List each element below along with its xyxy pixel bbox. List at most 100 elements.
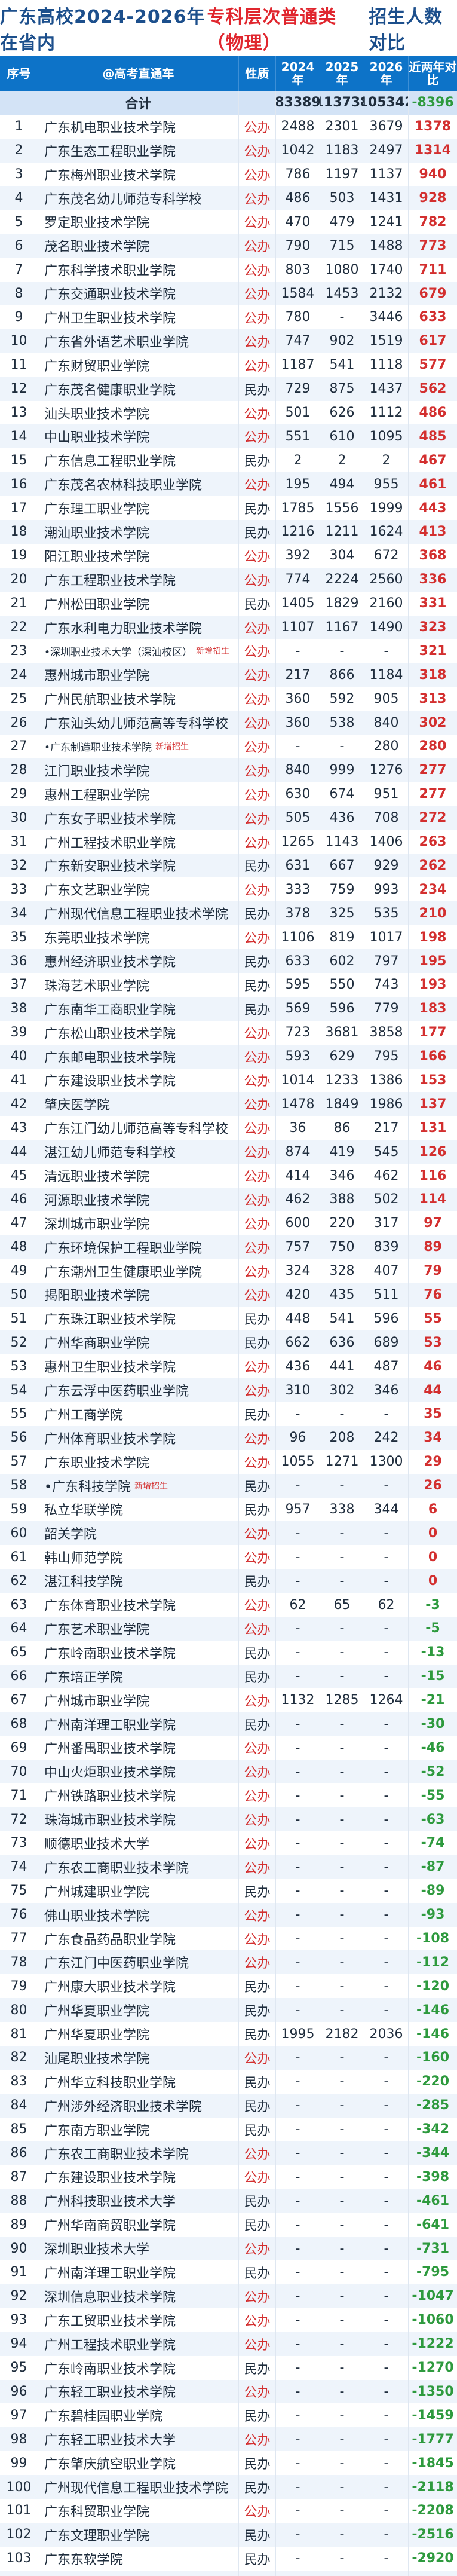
school-type: 公办: [239, 305, 276, 329]
school-type: 公办: [239, 663, 276, 687]
school-name: 广东体育职业技术学院: [38, 1593, 239, 1617]
school-type: 民办: [239, 2475, 276, 2499]
table-row: 21 广州松田职业学院 民办 1405 1829 2160 331: [0, 591, 457, 616]
school-type: 民办: [239, 972, 276, 997]
count-2026: -: [364, 2427, 409, 2452]
count-2024: -: [276, 2284, 320, 2308]
row-index: 38: [0, 996, 38, 1021]
school-name: •深圳职业技术大学（深汕校区） 新增招生: [38, 639, 239, 663]
school-name-text: 广州卫生职业技术学院: [44, 311, 176, 326]
school-name-text: 肇庆医学院: [44, 1098, 111, 1113]
diff-value: 193: [419, 977, 447, 993]
table-row: 14 中山职业技术学院 公办 551 610 1095 485: [0, 424, 457, 449]
school-name-text: 广东生态工程职业学院: [44, 144, 176, 160]
row-index: 49: [0, 1259, 38, 1283]
row-index: 83: [0, 2069, 38, 2094]
school-name-text: 广东南方职业学院: [44, 2123, 150, 2138]
count-2025: 1849: [320, 1092, 364, 1116]
diff-value: -1060: [412, 2312, 454, 2328]
count-2026: 1986: [364, 1092, 409, 1116]
school-name: 阳江职业技术学院: [38, 543, 239, 568]
school-type: 公办: [239, 1688, 276, 1712]
count-2024: 630: [276, 782, 320, 806]
table-row: 34 广州现代信息工程职业技术学院 民办 378 325 535 210: [0, 901, 457, 926]
school-name: 广东财贸职业学院: [38, 353, 239, 377]
count-2026: 511: [364, 1283, 409, 1307]
school-name: 惠州工程职业学院: [38, 782, 239, 806]
table-row: 45 清远职业技术学院 公办 414 346 462 116: [0, 1164, 457, 1188]
table-row: 54 广东云浮中医药职业学院 公办 310 302 346 44: [0, 1378, 457, 1402]
school-type: 公办: [239, 282, 276, 306]
school-type: 公办: [239, 1855, 276, 1879]
school-type: 公办: [239, 186, 276, 210]
count-2024: -: [276, 2332, 320, 2356]
school-name-text: 汕尾职业技术学院: [44, 2051, 150, 2067]
count-2025: 2182: [320, 2022, 364, 2046]
row-index: 2: [0, 138, 38, 163]
count-2024: -: [276, 2355, 320, 2380]
count-2025: -: [320, 2284, 364, 2308]
school-name-text: 广东碧桂园职业学院: [44, 2409, 163, 2425]
diff-value: 26: [424, 1478, 442, 1494]
school-type: 公办: [239, 1902, 276, 1927]
school-type: 民办: [239, 2355, 276, 2380]
school-name-text: 广州工商学院: [44, 1408, 124, 1423]
school-type: 民办: [239, 1569, 276, 1593]
total-row: 合计 83389 113738 105342 -8396: [0, 91, 457, 115]
school-name: 广东肇庆航空职业学院: [38, 2451, 239, 2476]
row-index: 11: [0, 353, 38, 377]
school-name-text: 广东培正学院: [44, 1670, 124, 1685]
school-name: 广州华夏职业学院: [38, 1998, 239, 2023]
school-name-text: 广州涉外经济职业技术学院: [44, 2099, 203, 2115]
table-row: 96 广东轻工职业技术学院 公办 - - - -1350: [0, 2379, 457, 2404]
school-type: 公办: [239, 1378, 276, 1402]
total-diff: -8396: [412, 95, 454, 111]
count-2026: -: [364, 2498, 409, 2523]
school-name-text: 广东食品药品职业学院: [44, 1932, 176, 1948]
row-index: 40: [0, 1044, 38, 1069]
diff-value: -344: [416, 2146, 450, 2161]
count-2024: 780: [276, 305, 320, 329]
count-2024: 633: [276, 949, 320, 973]
count-2026: 1300: [364, 1449, 409, 1474]
school-name-text: 广东体育职业技术学院: [44, 1599, 176, 1614]
row-index: 10: [0, 329, 38, 353]
new-enrollment-tag: 新增招生: [196, 647, 230, 657]
table-row: 90 深圳职业技术大学 公办 - - - -731: [0, 2237, 457, 2261]
diff-value: 711: [419, 262, 447, 277]
row-index: 55: [0, 1402, 38, 1426]
count-2024: -: [276, 2546, 320, 2571]
count-2024: -: [276, 1640, 320, 1665]
school-type: 民办: [239, 1974, 276, 1999]
count-2024: 1995: [276, 2022, 320, 2046]
diff-value: -15: [421, 1669, 445, 1684]
count-2026: -: [364, 1902, 409, 1927]
count-2025: -: [320, 1760, 364, 1784]
count-2026: -: [364, 1736, 409, 1760]
school-name: 广东理工职业学院: [38, 496, 239, 521]
total-2026: 105342: [364, 91, 409, 115]
count-2025: 1197: [320, 162, 364, 186]
school-name: 茂名职业技术学院: [38, 234, 239, 258]
count-2025: -: [320, 2355, 364, 2380]
table-row: 62 湛江科技学院 民办 - - -0: [0, 1569, 457, 1593]
school-name-text: 广州民航职业技术学院: [44, 693, 176, 708]
school-type: 公办: [239, 1283, 276, 1307]
count-2024: -: [276, 2189, 320, 2213]
diff-value: -112: [416, 1954, 450, 1970]
count-2025: -: [320, 2546, 364, 2571]
school-name: 广东科贸职业学院: [38, 2498, 239, 2523]
count-2025: -: [320, 305, 364, 329]
school-name-text: 广东省外语艺术职业学院: [44, 335, 189, 350]
row-index: 92: [0, 2284, 38, 2308]
row-index: 18: [0, 520, 38, 544]
row-index: 7: [0, 258, 38, 282]
table-row: 58 •广东科技学院 新增招生 民办 - - -26: [0, 1473, 457, 1498]
school-name: 广州工程技术职业学院: [38, 830, 239, 854]
school-type: 民办: [239, 2093, 276, 2118]
count-2024: 1106: [276, 925, 320, 950]
school-type: 公办: [239, 1736, 276, 1760]
diff-value: 210: [419, 905, 447, 921]
count-2025: -: [320, 2093, 364, 2118]
count-2026: -: [364, 2308, 409, 2332]
